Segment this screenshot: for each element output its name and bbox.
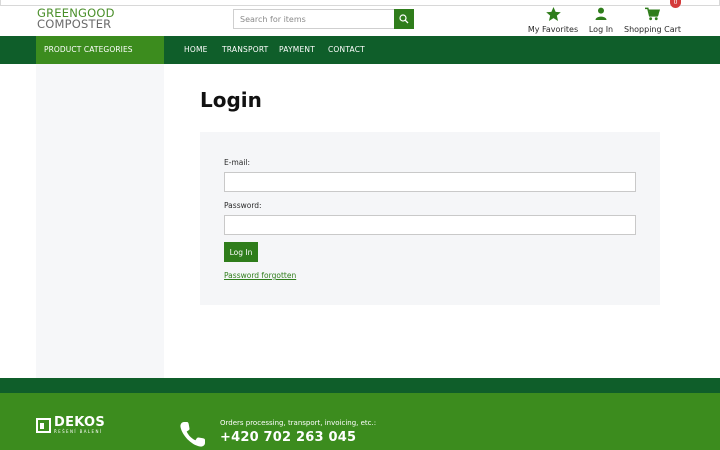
- cart-link[interactable]: Shopping Cart: [624, 7, 682, 34]
- dekos-tagline: ŘEŠENÍ BALENÍ: [54, 429, 103, 434]
- cart-label: Shopping Cart: [624, 25, 682, 34]
- dekos-logo-mark: [36, 418, 51, 433]
- dekos-brand-name: DEKOS: [54, 415, 106, 430]
- favorites-link[interactable]: My Favorites: [527, 7, 579, 34]
- login-label: Log In: [588, 25, 614, 34]
- phone-icon: [180, 422, 205, 447]
- category-sidebar: [36, 64, 164, 378]
- contact-phone-number[interactable]: +420 702 263 045: [220, 430, 356, 445]
- login-link[interactable]: Log In: [586, 7, 616, 34]
- contact-description: Orders processing, transport, invoicing,…: [220, 419, 377, 427]
- search-input[interactable]: [233, 9, 394, 29]
- search-button[interactable]: [394, 9, 414, 29]
- logo-line-2: COMPOSTER: [37, 17, 112, 31]
- login-submit-button[interactable]: Log In: [224, 242, 258, 262]
- email-label: E-mail:: [224, 158, 251, 167]
- star-icon: [545, 7, 561, 21]
- nav-item-payment[interactable]: PAYMENT: [279, 36, 315, 64]
- dekos-logo-text: DEKOS ŘEŠENÍ BALENÍ: [54, 415, 106, 435]
- search-bar: [233, 9, 414, 29]
- password-field[interactable]: [224, 215, 636, 235]
- password-forgotten-link[interactable]: Password forgotten: [224, 271, 296, 280]
- page: GREENGOOD COMPOSTER My Favorites Log In: [0, 0, 720, 450]
- password-label: Password:: [224, 201, 262, 210]
- footer-stripe: [0, 378, 720, 393]
- favorites-label: My Favorites: [527, 25, 579, 34]
- cart-icon: [644, 7, 660, 21]
- product-categories-button[interactable]: PRODUCT CATEGORIES: [36, 36, 164, 64]
- dekos-logo[interactable]: DEKOS ŘEŠENÍ BALENÍ: [36, 415, 106, 435]
- site-logo[interactable]: GREENGOOD COMPOSTER: [37, 7, 147, 31]
- page-title: Login: [200, 88, 262, 112]
- nav-item-home[interactable]: HOME: [184, 36, 208, 64]
- user-icon: [595, 7, 607, 20]
- search-icon: [399, 14, 409, 24]
- email-field[interactable]: [224, 172, 636, 192]
- nav-item-transport[interactable]: TRANSPORT: [222, 36, 268, 64]
- nav-item-contact[interactable]: CONTACT: [328, 36, 365, 64]
